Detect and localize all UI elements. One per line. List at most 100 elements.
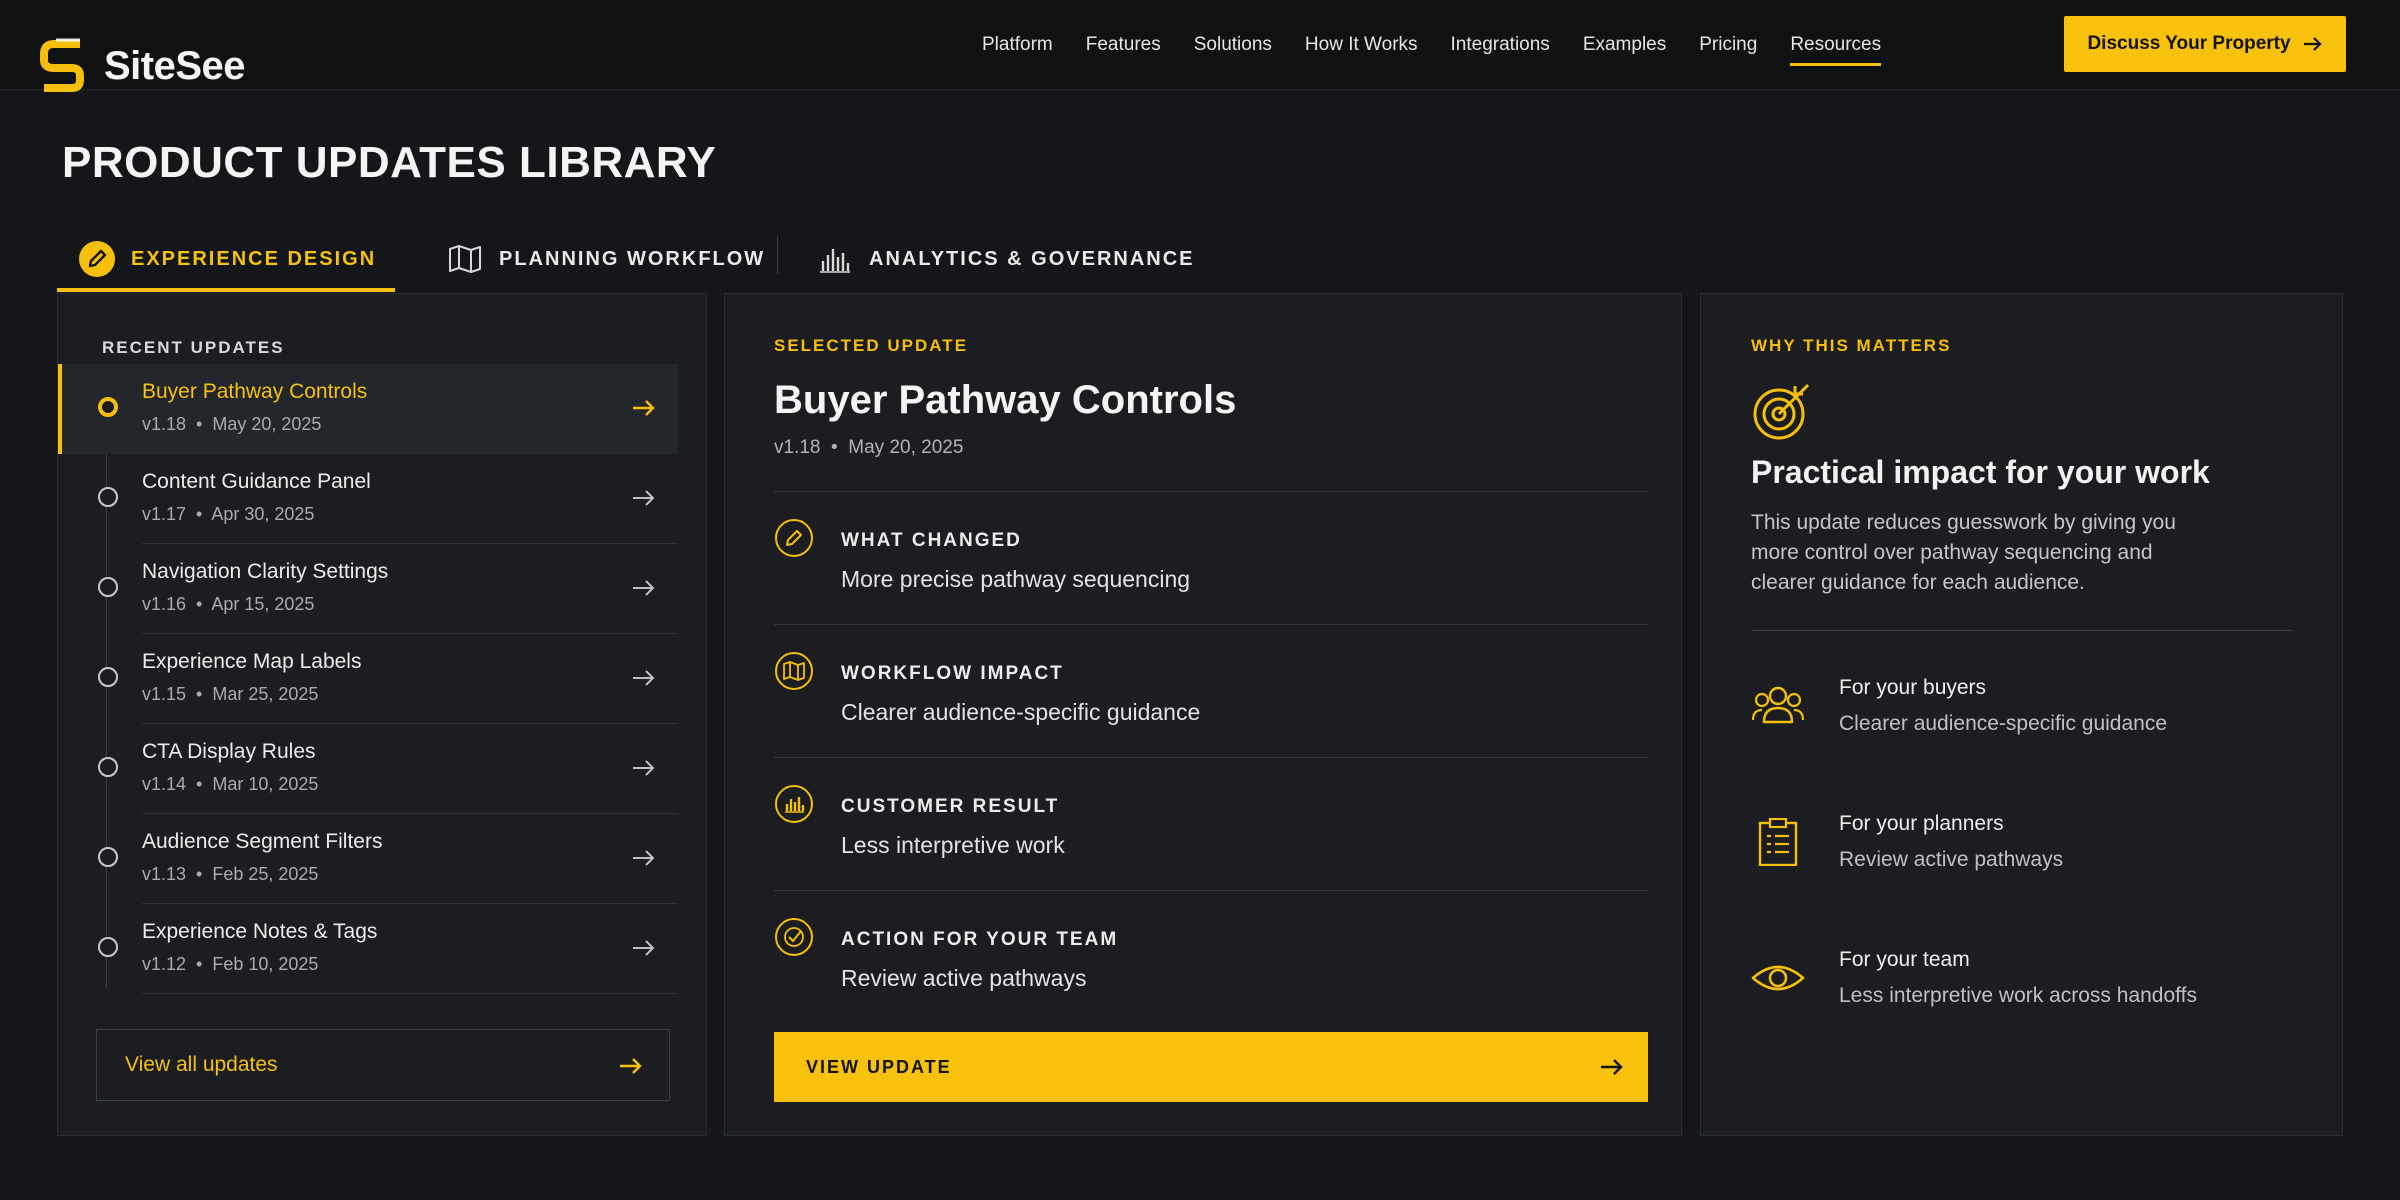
timeline-dot — [98, 577, 118, 597]
list-item[interactable]: Content Guidance Panel v1.17 • Apr 30, 2… — [58, 454, 678, 544]
map-icon — [775, 652, 813, 690]
audience-buyers: For your buyers Clearer audience-specifi… — [1751, 676, 2311, 756]
update-name: Audience Segment Filters — [142, 830, 383, 853]
update-name: Experience Map Labels — [142, 650, 362, 673]
update-name: Content Guidance Panel — [142, 470, 371, 493]
nav-solutions[interactable]: Solutions — [1194, 27, 1272, 63]
tab-experience-design-label: EXPERIENCE DESIGN — [131, 247, 377, 270]
selected-update-eyebrow: SELECTED UPDATE — [774, 336, 969, 355]
list-item[interactable]: Experience Map Labels v1.15 • Mar 25, 20… — [58, 634, 678, 724]
timeline-dot — [98, 757, 118, 777]
nav-features[interactable]: Features — [1086, 27, 1161, 63]
section-body: Clearer audience-specific guidance — [841, 699, 1201, 725]
nav-platform[interactable]: Platform — [982, 27, 1053, 63]
tab-planning-workflow-label: PLANNING WORKFLOW — [499, 247, 766, 270]
section-heading: ACTION FOR YOUR TEAM — [841, 929, 1119, 950]
nav-pricing[interactable]: Pricing — [1699, 27, 1757, 63]
audience-planners: For your planners Review active pathways — [1751, 812, 2311, 892]
section-heading: WHAT CHANGED — [841, 530, 1022, 551]
why-divider — [1751, 630, 2293, 631]
nav-resources[interactable]: Resources — [1790, 27, 1881, 66]
arrow-right-icon — [633, 850, 655, 866]
arrow-right-icon — [633, 670, 655, 686]
target-icon — [1753, 383, 1810, 440]
tab-separator — [777, 236, 778, 274]
audience-body: Review active pathways — [1839, 848, 2064, 871]
update-name: Navigation Clarity Settings — [142, 560, 389, 583]
nav-how-it-works[interactable]: How It Works — [1305, 27, 1418, 63]
why-description: This update reduces guesswork by giving … — [1751, 511, 2176, 594]
page-title: PRODUCT UPDATES LIBRARY — [62, 138, 717, 187]
sitesee-logo[interactable]: SiteSee — [36, 36, 246, 96]
main-nav: Platform Features Solutions How It Works… — [982, 27, 1914, 66]
why-this-matters-eyebrow: WHY THIS MATTERS — [1751, 336, 1952, 355]
section-body: Review active pathways — [841, 965, 1087, 991]
audience-heading: For your planners — [1839, 812, 2004, 835]
map-icon — [449, 245, 481, 273]
update-meta: v1.18 • May 20, 2025 — [142, 414, 322, 434]
arrow-right-icon — [633, 940, 655, 956]
update-meta: v1.17 • Apr 30, 2025 — [142, 504, 315, 524]
tab-analytics-governance[interactable]: ANALYTICS & GOVERNANCE — [817, 226, 1195, 292]
pencil-icon — [775, 519, 813, 557]
audience-body: Clearer audience-specific guidance — [1839, 712, 2168, 735]
audience-heading: For your buyers — [1839, 676, 1987, 699]
timeline-dot — [98, 937, 118, 957]
list-item[interactable]: Audience Segment Filters v1.13 • Feb 25,… — [58, 814, 678, 904]
check-circle-icon — [775, 918, 813, 956]
selected-update-meta: v1.18 • May 20, 2025 — [774, 437, 964, 458]
sitesee-logo-icon — [40, 38, 84, 92]
update-name: Buyer Pathway Controls — [142, 380, 368, 403]
recent-updates-heading: RECENT UPDATES — [102, 338, 285, 357]
view-update-label: VIEW UPDATE — [806, 1056, 952, 1077]
eye-icon — [1751, 965, 1805, 991]
action-for-team-section: ACTION FOR YOUR TEAM Review active pathw… — [774, 890, 1648, 1024]
analytics-icon — [820, 249, 850, 273]
chart-icon — [775, 785, 813, 823]
update-name: CTA Display Rules — [142, 740, 316, 763]
arrow-right-icon — [1601, 1059, 1623, 1075]
pencil-icon — [79, 241, 115, 277]
selected-update-panel: SELECTED UPDATE Buyer Pathway Controls v… — [724, 293, 1682, 1136]
discuss-property-button[interactable]: Discuss Your Property — [2064, 16, 2346, 72]
update-meta: v1.12 • Feb 10, 2025 — [142, 954, 319, 974]
arrow-right-icon — [633, 490, 655, 506]
list-item[interactable]: Experience Notes & Tags v1.12 • Feb 10, … — [58, 904, 678, 994]
section-heading: WORKFLOW IMPACT — [841, 663, 1064, 684]
row-divider — [142, 993, 678, 994]
audience-heading: For your team — [1839, 948, 1970, 971]
view-all-updates-label: View all updates — [125, 1053, 278, 1076]
tab-planning-workflow[interactable]: PLANNING WORKFLOW — [447, 226, 765, 292]
section-body: Less interpretive work — [841, 832, 1065, 858]
nav-integrations[interactable]: Integrations — [1451, 27, 1550, 63]
selected-update-title: Buyer Pathway Controls — [774, 378, 1237, 422]
update-name: Experience Notes & Tags — [142, 920, 378, 943]
arrow-right-icon — [633, 760, 655, 776]
list-item[interactable]: CTA Display Rules v1.14 • Mar 10, 2025 — [58, 724, 678, 814]
tab-experience-design[interactable]: EXPERIENCE DESIGN — [57, 226, 395, 292]
timeline-dot — [98, 847, 118, 867]
arrow-right-icon — [2303, 37, 2322, 51]
why-title: Practical impact for your work — [1751, 454, 2210, 490]
update-meta: v1.14 • Mar 10, 2025 — [142, 774, 319, 794]
brand-name: SiteSee — [104, 43, 246, 88]
customer-result-section: CUSTOMER RESULT Less interpretive work — [774, 757, 1648, 891]
recent-updates-panel: RECENT UPDATES Buyer Pathway Controls v1… — [57, 293, 707, 1136]
section-body: More precise pathway sequencing — [841, 566, 1191, 592]
update-meta: v1.13 • Feb 25, 2025 — [142, 864, 319, 884]
category-tabs: EXPERIENCE DESIGN PLANNING WORKFLOW ANAL… — [57, 226, 1207, 292]
list-item[interactable]: Navigation Clarity Settings v1.16 • Apr … — [58, 544, 678, 634]
arrow-right-icon — [633, 580, 655, 596]
arrow-right-icon — [620, 1058, 642, 1074]
list-item[interactable]: Buyer Pathway Controls v1.18 • May 20, 2… — [58, 364, 678, 454]
update-meta: v1.16 • Apr 15, 2025 — [142, 594, 315, 614]
clipboard-icon — [1758, 818, 1798, 866]
view-all-updates-button[interactable]: View all updates — [96, 1029, 670, 1101]
update-meta: v1.15 • Mar 25, 2025 — [142, 684, 319, 704]
discuss-property-label: Discuss Your Property — [2087, 33, 2291, 54]
nav-examples[interactable]: Examples — [1583, 27, 1666, 63]
timeline-dot — [98, 487, 118, 507]
people-icon — [1751, 686, 1805, 724]
section-heading: CUSTOMER RESULT — [841, 796, 1060, 817]
view-update-button[interactable]: VIEW UPDATE — [774, 1032, 1648, 1102]
